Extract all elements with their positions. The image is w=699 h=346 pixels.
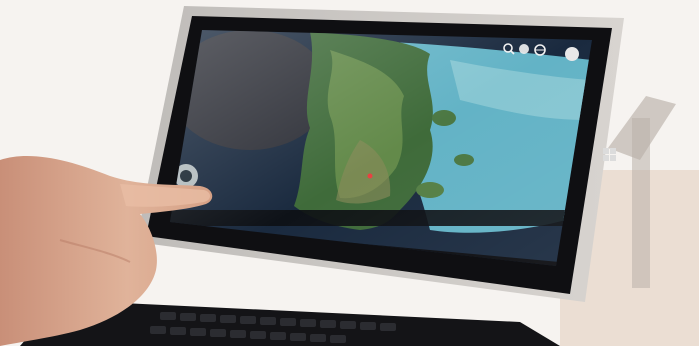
key[interactable]	[360, 322, 376, 330]
key[interactable]	[380, 323, 396, 331]
key[interactable]	[280, 318, 296, 326]
key[interactable]	[330, 335, 346, 343]
key[interactable]	[220, 315, 236, 323]
key[interactable]	[300, 319, 316, 327]
key[interactable]	[310, 334, 326, 342]
key[interactable]	[240, 316, 256, 324]
key[interactable]	[270, 332, 286, 340]
key[interactable]	[250, 331, 266, 339]
key[interactable]	[200, 314, 216, 322]
key[interactable]	[180, 313, 196, 321]
key[interactable]	[340, 321, 356, 329]
stand-shadow	[632, 118, 650, 288]
key[interactable]	[170, 327, 186, 335]
key[interactable]	[290, 333, 306, 341]
key[interactable]	[190, 328, 206, 336]
key[interactable]	[320, 320, 336, 328]
key[interactable]	[160, 312, 176, 320]
photo-scene	[0, 0, 699, 346]
key[interactable]	[230, 330, 246, 338]
scene-svg	[0, 0, 699, 346]
key[interactable]	[260, 317, 276, 325]
key[interactable]	[210, 329, 226, 337]
key[interactable]	[150, 326, 166, 334]
